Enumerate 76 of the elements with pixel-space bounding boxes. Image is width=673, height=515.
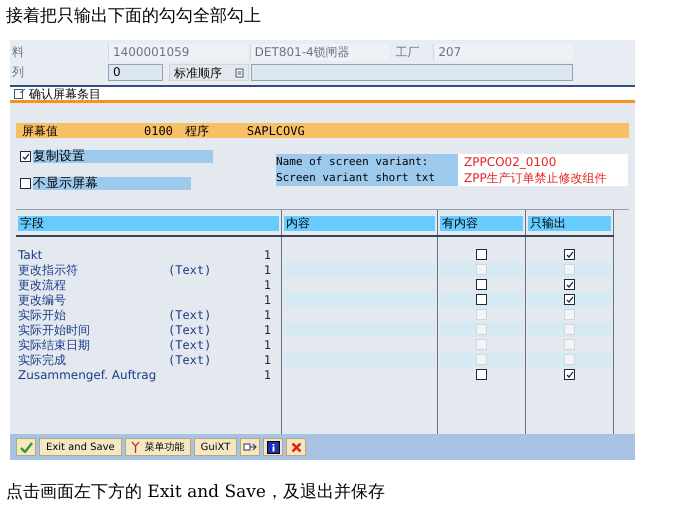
screen-number: 0100 [144, 122, 173, 140]
confirm-button[interactable] [16, 438, 36, 456]
program-name: SAPLCOVG [246, 122, 305, 140]
checkbox[interactable] [20, 178, 31, 189]
antenna-icon [130, 440, 140, 454]
count-value: 1 [262, 322, 271, 338]
list-icon [235, 68, 244, 78]
field-label: 列 [11, 64, 25, 81]
check-icon [566, 250, 574, 258]
count-value: 1 [262, 292, 271, 308]
section-label: 程序 [184, 122, 210, 140]
check-icon [22, 152, 30, 160]
readonly-field: 207 [433, 44, 574, 61]
option-label: 不显示屏幕 [33, 177, 191, 190]
variant-value: ZPP生产订单禁止修改组件 [458, 170, 628, 186]
text-marker: (Text) [168, 336, 212, 354]
column-header: 有内容 [440, 216, 523, 231]
text-marker: (Text) [168, 352, 212, 368]
field-name: 实际结束日期 [18, 336, 91, 354]
instruction-text: 接着把只输出下面的勾勾全部勾上 [5, 5, 262, 28]
field-name: Zusammengef. Auftrag [18, 366, 158, 384]
variant-value: ZPPCO02_0100 [458, 154, 628, 170]
menu-button[interactable]: 菜单功能 [124, 438, 191, 456]
info-icon [266, 440, 280, 454]
transfer-button[interactable] [240, 438, 260, 456]
text-marker: (Text) [168, 306, 212, 324]
field-name: 更改指示符 [18, 262, 79, 278]
count-value: 1 [262, 366, 271, 384]
variant-label: Name of screen variant: [276, 154, 458, 170]
toolbar-button[interactable]: GuiXT [194, 438, 238, 456]
checkbox[interactable] [564, 249, 575, 260]
checkbox[interactable] [476, 369, 487, 380]
checkbox[interactable] [20, 151, 31, 162]
arrow-icon [242, 441, 258, 453]
checkbox[interactable] [476, 294, 487, 305]
column-header: 字段 [18, 216, 279, 231]
section-label: 屏幕值 [22, 122, 59, 140]
checkbox[interactable] [564, 279, 575, 290]
count-value: 1 [262, 262, 271, 278]
field-name: 实际开始 [18, 306, 67, 324]
checkbox[interactable] [564, 369, 575, 380]
checkbox[interactable] [564, 294, 575, 305]
toolbar-button[interactable]: Exit and Save [39, 438, 122, 456]
count-value: 1 [262, 276, 271, 294]
column-header: 内容 [284, 216, 435, 231]
count-value: 1 [262, 246, 271, 264]
field-name: 实际开始时间 [18, 322, 91, 338]
option-label: 复制设置 [33, 150, 213, 163]
checkmark-icon [20, 442, 32, 452]
count-value: 1 [262, 336, 271, 354]
check-icon [566, 370, 574, 378]
cancel-button[interactable] [286, 438, 306, 456]
field-name: 实际完成 [18, 352, 67, 368]
field-name: 更改流程 [18, 276, 67, 294]
dropdown-field[interactable]: 标准顺序 [169, 64, 249, 81]
checkbox[interactable] [476, 279, 487, 290]
readonly-field: DET801-4锁闸器 [250, 44, 390, 61]
instruction-text: 点击画面左下方的 Exit and Save，及退出并保存 [5, 481, 386, 504]
document-icon [14, 88, 26, 99]
window-title: 确认屏幕条目 [29, 86, 101, 102]
close-icon [290, 442, 302, 452]
input-field[interactable]: 0 [108, 64, 163, 81]
count-value: 1 [262, 306, 271, 324]
text-marker: (Text) [168, 262, 212, 278]
field-label: 料 [11, 44, 25, 61]
text-marker: (Text) [168, 322, 212, 338]
input-field[interactable] [251, 64, 573, 81]
variant-label: Screen variant short txt [276, 170, 458, 186]
field-name: Takt [18, 246, 44, 264]
readonly-field: 1400001059 [108, 44, 248, 61]
checkbox[interactable] [476, 249, 487, 260]
count-value: 1 [262, 352, 271, 368]
column-header: 只输出 [528, 216, 611, 231]
info-button[interactable] [263, 438, 284, 456]
field-name: 更改编号 [18, 292, 67, 308]
field-label: 工厂 [394, 44, 420, 61]
